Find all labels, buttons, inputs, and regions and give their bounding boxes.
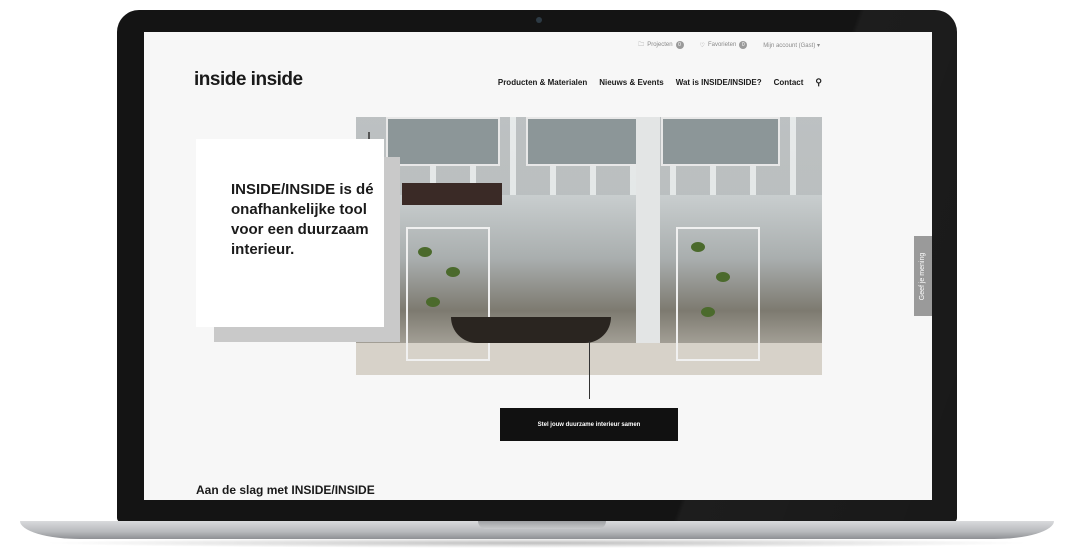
hero-image bbox=[356, 117, 822, 375]
heart-icon: ♡ bbox=[699, 42, 705, 49]
coffee-counter bbox=[451, 317, 611, 343]
nav-item-nieuws[interactable]: Nieuws & Events bbox=[599, 78, 663, 87]
nav-item-wat-is[interactable]: Wat is INSIDE/INSIDE? bbox=[676, 78, 762, 87]
section-title: Aan de slag met INSIDE/INSIDE bbox=[196, 483, 375, 497]
favorites-link[interactable]: ♡ Favorieten 0 bbox=[700, 41, 748, 49]
laptop-shadow bbox=[40, 538, 1034, 548]
plant bbox=[426, 297, 440, 307]
hero-heading: INSIDE/INSIDE is dé onafhankelijke tool … bbox=[231, 181, 374, 258]
feedback-label: Geef je mening bbox=[919, 252, 927, 300]
favorites-label: Favorieten bbox=[707, 42, 737, 48]
projects-count-badge: 0 bbox=[675, 41, 684, 49]
projects-link[interactable]: 🗀 Projecten 0 bbox=[638, 40, 684, 50]
plant bbox=[701, 307, 715, 317]
projects-label: Projecten bbox=[647, 42, 673, 48]
nav-item-producten[interactable]: Producten & Materialen bbox=[498, 78, 587, 87]
main-nav: Producten & Materialen Nieuws & Events W… bbox=[498, 77, 822, 88]
plant-shelf bbox=[676, 227, 760, 361]
connector-line bbox=[589, 341, 590, 399]
plant bbox=[446, 267, 460, 277]
site-logo[interactable]: inside inside bbox=[194, 69, 303, 91]
hero-text-card: INSIDE/INSIDE is dé onafhankelijke tool … bbox=[196, 139, 384, 327]
search-icon[interactable]: ⚲ bbox=[815, 77, 822, 88]
camera bbox=[536, 17, 542, 23]
website-screen: 🗀 Projecten 0 ♡ Favorieten 0 Mijn accoun… bbox=[144, 32, 932, 500]
account-menu[interactable]: Mijn account (Gast) ▾ bbox=[763, 42, 820, 49]
cta-button[interactable]: Stel jouw duurzame interieur samen bbox=[500, 408, 678, 441]
window bbox=[386, 117, 500, 166]
column bbox=[636, 117, 660, 375]
plant bbox=[716, 272, 730, 282]
window bbox=[526, 117, 640, 166]
nav-item-contact[interactable]: Contact bbox=[774, 78, 804, 87]
favorites-count-badge: 0 bbox=[739, 41, 748, 49]
window bbox=[661, 117, 780, 166]
plant bbox=[691, 242, 705, 252]
laptop-notch bbox=[478, 521, 606, 529]
folder-icon: 🗀 bbox=[638, 42, 645, 48]
top-utility-bar: 🗀 Projecten 0 ♡ Favorieten 0 Mijn accoun… bbox=[638, 40, 820, 50]
sign bbox=[402, 183, 502, 205]
plant bbox=[418, 247, 432, 257]
feedback-tab[interactable]: Geef je mening bbox=[914, 236, 932, 316]
